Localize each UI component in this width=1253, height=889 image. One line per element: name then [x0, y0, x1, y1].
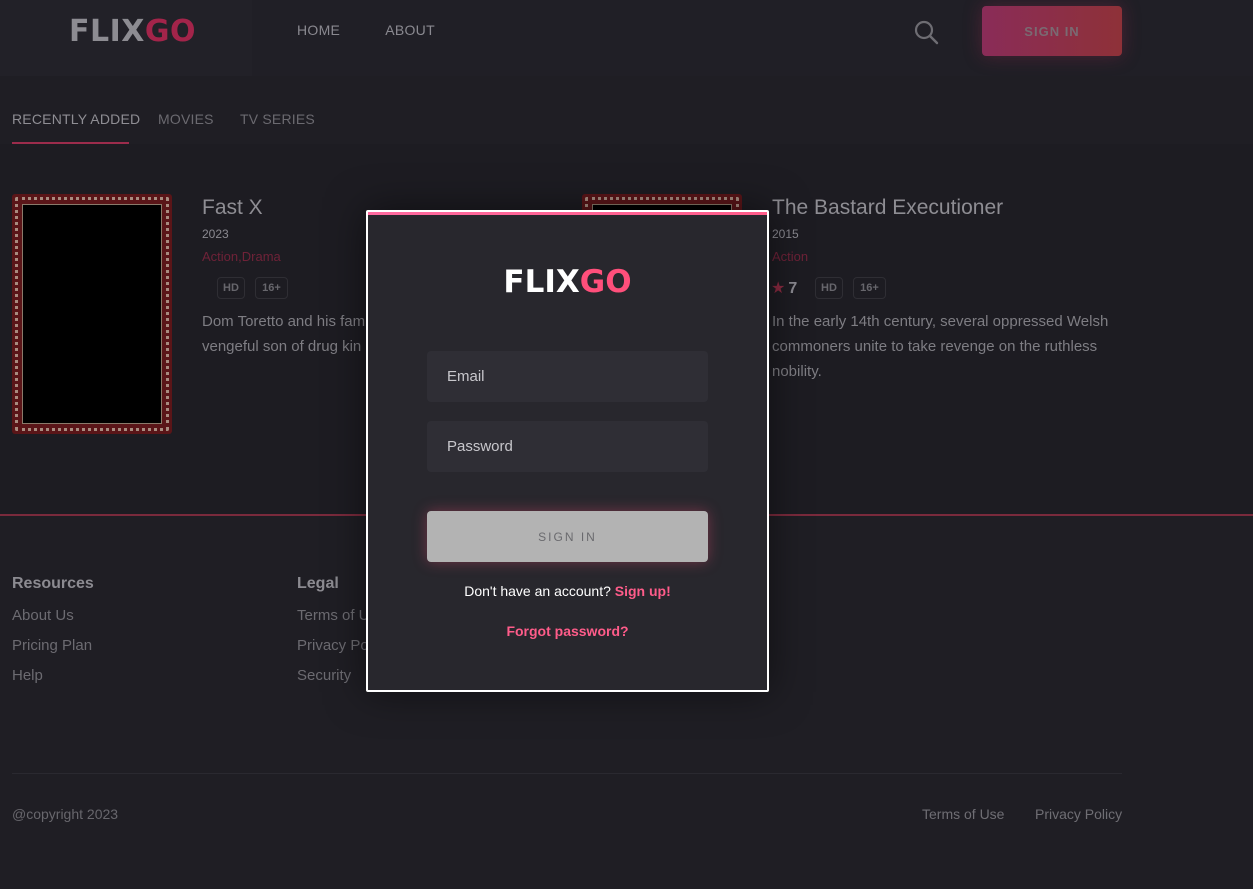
search-icon[interactable]	[913, 19, 939, 45]
logo-container: FLIXGO	[0, 0, 252, 76]
card-genres[interactable]: Action	[772, 249, 808, 264]
signup-prompt-text: Don't have an account?	[464, 583, 611, 599]
signin-submit-button[interactable]: SIGN IN	[427, 511, 708, 562]
card-poster-fast-x[interactable]	[12, 194, 172, 434]
footer-link-privacy[interactable]: Privacy Po	[297, 637, 369, 654]
password-field[interactable]	[427, 421, 708, 472]
email-field[interactable]	[427, 351, 708, 402]
signup-link[interactable]: Sign up!	[615, 583, 671, 599]
bottom-link-terms-of-use[interactable]: Terms of Use	[922, 806, 1004, 822]
copyright-text: @copyright 2023	[12, 806, 119, 822]
footer-link-terms[interactable]: Terms of U	[297, 607, 370, 624]
card-description: Dom Toretto and his fam vengeful son of …	[202, 309, 372, 359]
card-description-line: Dom Toretto and his fam	[202, 313, 366, 330]
active-tab-indicator	[12, 142, 129, 144]
tab-tv-series[interactable]: TV SERIES	[240, 111, 315, 127]
footer-link-pricing-plan[interactable]: Pricing Plan	[12, 637, 92, 654]
signin-modal: FLIXGO SIGN IN Don't have an account? Si…	[366, 210, 769, 692]
card-rating: ★ 7	[771, 278, 797, 298]
footer-heading-resources: Resources	[12, 575, 94, 592]
footer-link-security[interactable]: Security	[297, 667, 351, 684]
rating-value: 7	[788, 280, 798, 297]
tab-recently-added[interactable]: RECENTLY ADDED	[12, 111, 140, 127]
tab-movies[interactable]: MOVIES	[158, 111, 214, 127]
quality-badge: HD	[217, 277, 245, 299]
card-genres[interactable]: Action,Drama	[202, 249, 281, 264]
bottom-link-privacy-policy[interactable]: Privacy Policy	[1035, 806, 1122, 822]
poster-image	[22, 204, 162, 424]
logo[interactable]: FLIXGO	[69, 15, 196, 49]
card-description: In the early 14th century, several oppre…	[772, 309, 1152, 384]
footer-link-help[interactable]: Help	[12, 667, 43, 684]
card-description-line: In the early 14th century, several oppre…	[772, 313, 1109, 330]
logo-text-go: GO	[144, 14, 197, 49]
age-rating-badge: 16+	[255, 277, 288, 299]
logo-text-flix: FLIX	[69, 14, 145, 49]
nav-home[interactable]: HOME	[297, 22, 340, 38]
card-year: 2023	[202, 227, 229, 241]
age-rating-badge: 16+	[853, 277, 886, 299]
header: FLIXGO HOME ABOUT SIGN IN	[0, 0, 1253, 76]
main-nav: HOME ABOUT	[297, 22, 435, 38]
nav-about[interactable]: ABOUT	[385, 22, 435, 38]
footer-divider	[12, 773, 1122, 774]
footer-link-about-us[interactable]: About Us	[12, 607, 74, 624]
card-description-line: nobility.	[772, 363, 822, 380]
card-description-line: commoners unite to take revenge on the r…	[772, 338, 1098, 355]
logo-text-flix: FLIX	[503, 264, 580, 300]
card-title[interactable]: Fast X	[202, 196, 263, 220]
footer-heading-legal: Legal	[297, 575, 339, 592]
card-year: 2015	[772, 227, 799, 241]
quality-badge: HD	[815, 277, 843, 299]
forgot-password-link[interactable]: Forgot password?	[368, 623, 767, 639]
modal-logo: FLIXGO	[368, 263, 767, 301]
logo-text-go: GO	[579, 264, 632, 300]
card-title[interactable]: The Bastard Executioner	[772, 196, 1003, 220]
signup-prompt: Don't have an account? Sign up!	[368, 583, 767, 599]
content-tabs: RECENTLY ADDED MOVIES TV SERIES	[0, 76, 1253, 144]
card-description-line: vengeful son of drug kin	[202, 338, 362, 355]
header-signin-button[interactable]: SIGN IN	[982, 6, 1122, 56]
star-icon: ★	[771, 280, 786, 297]
